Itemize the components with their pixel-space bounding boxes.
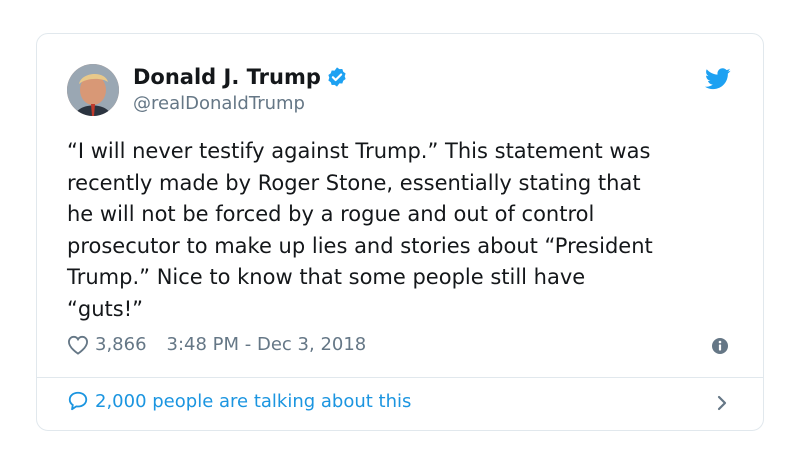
timestamp[interactable]: 3:48 PM - Dec 3, 2018 [167,334,367,355]
verified-badge-icon [328,67,346,87]
author-row: Donald J. Trump [133,64,348,90]
twitter-bird-icon[interactable] [705,68,731,90]
tweet-card: Donald J. Trump @realDonaldTrump “I will… [36,33,764,431]
like-count[interactable]: 3,866 [95,334,147,355]
speech-bubble-icon [68,391,88,411]
display-name[interactable]: Donald J. Trump [133,64,321,90]
tweet-text: “I will never testify against Trump.” Th… [67,139,653,321]
handle[interactable]: @realDonaldTrump [133,93,305,115]
conversation-label: 2,000 people are talking about this [95,390,412,412]
divider [37,377,763,378]
heart-icon[interactable] [67,335,89,355]
avatar-image [67,64,119,116]
info-icon[interactable] [711,337,729,355]
chevron-right-icon[interactable] [715,394,729,412]
conversation-link[interactable]: 2,000 people are talking about this [67,390,411,412]
tweet-meta: 3,866 3:48 PM - Dec 3, 2018 [67,334,366,355]
avatar[interactable] [67,64,119,116]
